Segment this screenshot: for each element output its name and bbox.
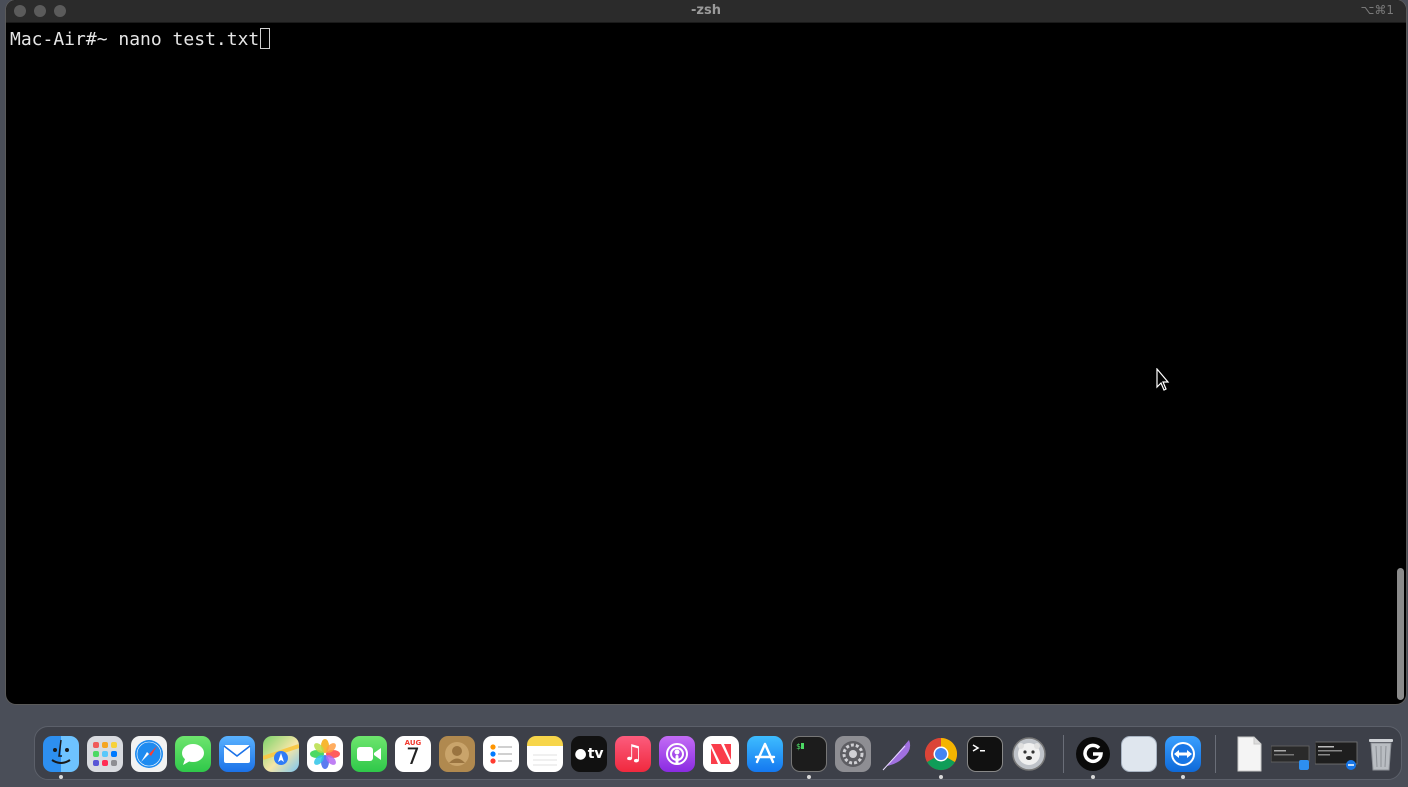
minimized-window-thumbnail-2[interactable]	[1315, 736, 1359, 772]
logitech-running-indicator	[1091, 775, 1095, 779]
terminal-running-indicator	[807, 775, 811, 779]
contacts-icon[interactable]	[439, 736, 475, 772]
typed-command: nano test.txt	[118, 29, 260, 50]
logitech-g-hub-icon[interactable]	[1075, 736, 1111, 772]
minimized-window-thumbnail[interactable]	[1271, 736, 1311, 772]
finder-icon[interactable]	[43, 736, 79, 772]
chrome-running-indicator	[939, 775, 943, 779]
music-icon[interactable]: ♫	[615, 736, 651, 772]
notes-icon[interactable]	[527, 736, 563, 772]
feather-app-icon[interactable]	[879, 736, 915, 772]
mouse-pointer-icon	[1156, 367, 1170, 397]
shell-prompt: Mac-Air#~	[10, 29, 119, 50]
svg-text:$: $	[796, 742, 801, 751]
messages-icon[interactable]	[175, 736, 211, 772]
dock: AUG 7 ● tv ♫ $	[34, 726, 1402, 780]
terminal-output[interactable]: Mac-Air#~ nano test.txt	[10, 28, 271, 52]
chrome-icon[interactable]	[923, 736, 959, 772]
photos-icon[interactable]	[307, 736, 343, 772]
calendar-icon[interactable]: AUG 7	[395, 736, 431, 772]
podcasts-icon[interactable]	[659, 736, 695, 772]
text-cursor	[260, 28, 271, 49]
safari-icon[interactable]	[131, 736, 167, 772]
apple-tv-label: tv	[587, 746, 604, 762]
window-shortcut: ⌥⌘1	[1360, 3, 1394, 17]
facetime-icon[interactable]	[351, 736, 387, 772]
document-file-icon[interactable]	[1231, 736, 1267, 772]
trash-icon[interactable]	[1363, 736, 1399, 772]
maps-icon[interactable]	[263, 736, 299, 772]
database-app-icon[interactable]	[1011, 736, 1047, 772]
mail-icon[interactable]	[219, 736, 255, 772]
dock-separator-2	[1215, 735, 1216, 773]
reminders-icon[interactable]	[483, 736, 519, 772]
calendar-day: 7	[406, 745, 420, 770]
system-preferences-icon[interactable]	[835, 736, 871, 772]
launchpad-icon[interactable]	[87, 736, 123, 772]
news-icon[interactable]	[703, 736, 739, 772]
app-store-icon[interactable]	[747, 736, 783, 772]
blank-app-icon[interactable]	[1121, 736, 1157, 772]
title-bar[interactable]: -zsh ⌥⌘1	[6, 0, 1406, 23]
scrollbar-thumb[interactable]	[1397, 568, 1404, 700]
apple-tv-icon[interactable]: ● tv	[571, 736, 607, 772]
window-title: -zsh	[691, 3, 721, 18]
finder-running-indicator	[59, 775, 63, 779]
teamviewer-icon[interactable]	[1165, 736, 1201, 772]
terminal-window: -zsh ⌥⌘1 Mac-Air#~ nano test.txt	[6, 0, 1406, 704]
terminal-icon[interactable]: $	[791, 736, 827, 772]
terminal-prompt-icon[interactable]	[967, 736, 1003, 772]
dock-separator	[1063, 735, 1064, 773]
teamviewer-running-indicator	[1181, 775, 1185, 779]
